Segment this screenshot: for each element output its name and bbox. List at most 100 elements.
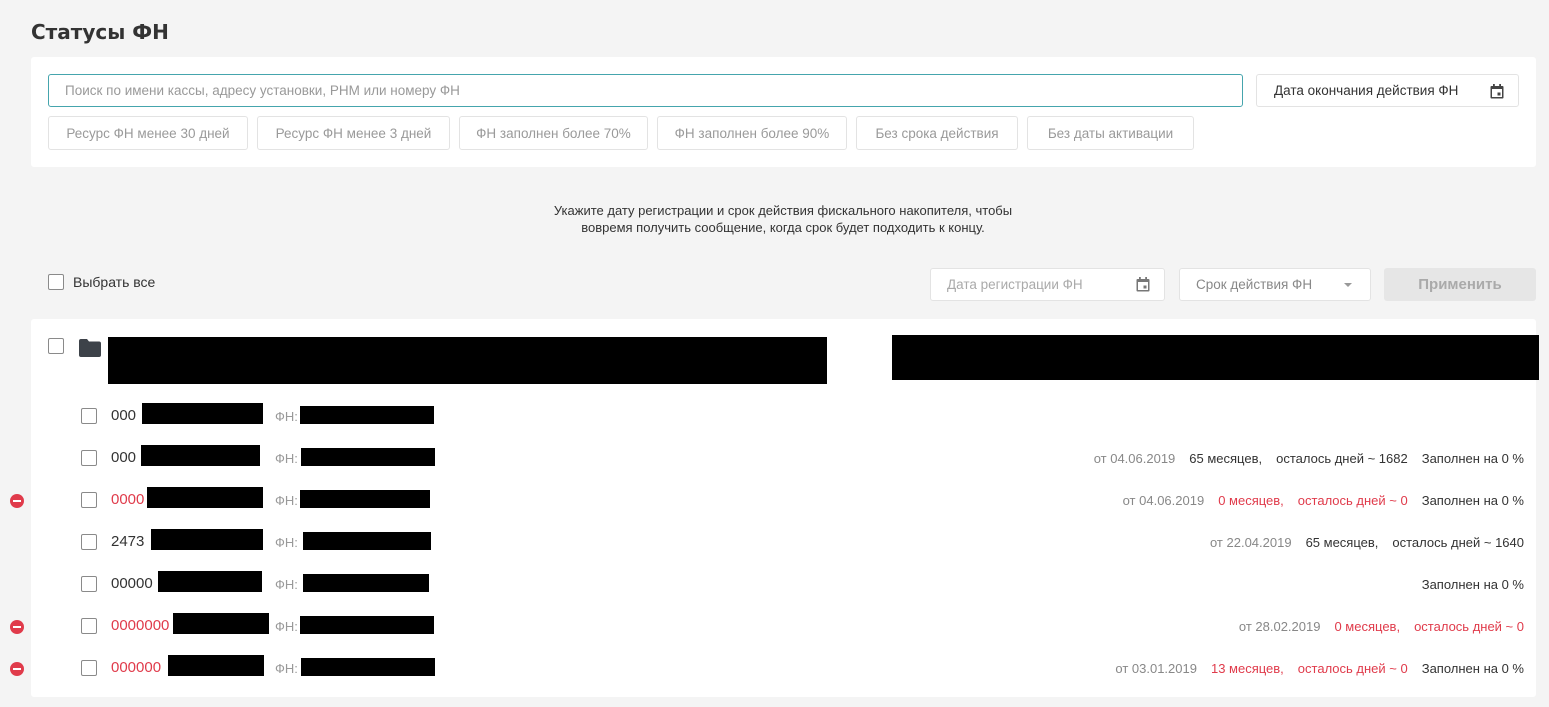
info-hint-line-1: Укажите дату регистрации и срок действия… (553, 203, 1013, 218)
fn-label: ФН: (275, 661, 298, 676)
fn-days-left: осталось дней ~ 0 (1414, 619, 1524, 634)
fn-label: ФН: (275, 451, 298, 466)
fn-days-left: осталось дней ~ 0 (1297, 493, 1408, 508)
chip-resource-30-days[interactable]: Ресурс ФН менее 30 дней (48, 116, 248, 150)
chip-filled-90[interactable]: ФН заполнен более 90% (657, 116, 847, 150)
fn-activation-date: от 03.01.2019 (1115, 661, 1197, 676)
fn-label: ФН: (275, 535, 298, 550)
fn-status-meta: от 28.02.2019 0 месяцев, осталось дней ~ 0 (1225, 619, 1524, 634)
redacted-fn-number (303, 532, 431, 550)
fn-activation-date: от 04.06.2019 (1093, 451, 1176, 466)
kkt-row: 00000 ФН: Заполнен на 0 % (31, 563, 1536, 605)
chevron-down-icon (1344, 283, 1352, 287)
kkt-name[interactable]: 00000 (111, 575, 153, 592)
redacted-fn-number (301, 658, 435, 676)
kkt-name[interactable]: 000 (111, 407, 136, 424)
end-date-filter-button[interactable]: Дата окончания действия ФН (1256, 74, 1519, 107)
fn-term-months: 65 месяцев, (1189, 451, 1263, 466)
redacted-kkt-name (173, 613, 269, 634)
kkt-checkbox[interactable] (81, 618, 97, 634)
redacted-fn-number (300, 490, 430, 508)
info-hint-line-2: вовремя получить сообщение, когда срок б… (581, 220, 985, 235)
redacted-kkt-name (141, 445, 260, 466)
fn-days-left: осталось дней ~ 1640 (1392, 535, 1524, 550)
calendar-icon (1490, 84, 1504, 99)
fn-fill-level: Заполнен на 0 % (1421, 577, 1524, 592)
redacted-group-address (892, 335, 1539, 380)
registration-date-placeholder: Дата регистрации ФН (947, 277, 1083, 292)
fn-term-months: 65 месяцев, (1305, 535, 1379, 550)
kkt-row: 000 ФН: (31, 395, 1536, 437)
redacted-kkt-name (142, 403, 263, 424)
redacted-fn-number (301, 448, 435, 466)
term-select-value: Срок действия ФН (1196, 277, 1313, 292)
redacted-fn-number (300, 406, 434, 424)
redacted-kkt-name (151, 529, 263, 550)
kkt-name[interactable]: 0000 (111, 491, 144, 508)
apply-button[interactable]: Применить (1384, 268, 1536, 301)
select-all-checkbox[interactable] (48, 274, 64, 290)
kkt-checkbox[interactable] (81, 576, 97, 592)
filter-panel: Дата окончания действия ФН Ресурс ФН мен… (31, 57, 1536, 167)
group-checkbox[interactable] (48, 338, 64, 354)
fn-fill-level: Заполнен на 0 % (1421, 451, 1524, 466)
registration-date-input[interactable]: Дата регистрации ФН (930, 268, 1165, 301)
fn-term-months: 0 месяцев, (1334, 619, 1401, 634)
fn-days-left: осталось дней ~ 1682 (1276, 451, 1408, 466)
fn-activation-date: от 22.04.2019 (1209, 535, 1292, 550)
fn-status-meta: от 04.06.2019 65 месяцев, осталось дней ~ … (1080, 451, 1524, 466)
fn-label: ФН: (275, 577, 298, 592)
error-minus-icon (10, 620, 24, 634)
kkt-row: 0000 ФН: от 04.06.2019 0 месяцев, осталось д… (10, 479, 1536, 521)
select-all[interactable]: Выбрать все (48, 274, 155, 290)
chip-no-expiry[interactable]: Без срока действия (856, 116, 1018, 150)
kkt-row: 0000000 ФН: от 28.02.2019 0 месяцев, осталос… (10, 605, 1536, 647)
fn-days-left: осталось дней ~ 0 (1297, 661, 1408, 676)
redacted-group-name (108, 337, 827, 384)
fn-label: ФН: (275, 619, 298, 634)
info-hint: Укажите дату регистрации и срок действия… (0, 202, 1549, 236)
search-input[interactable] (48, 74, 1243, 107)
kkt-name[interactable]: 000000 (111, 659, 161, 676)
fn-fill-level: Заполнен на 0 % (1421, 493, 1524, 508)
page-title: Статусы ФН (31, 20, 169, 44)
quick-filter-chips: Ресурс ФН менее 30 дней Ресурс ФН менее … (48, 116, 1203, 150)
fn-fill-level: Заполнен на 0 % (1421, 661, 1524, 676)
fn-term-months: 13 месяцев, (1210, 661, 1284, 676)
redacted-kkt-name (168, 655, 264, 676)
fn-activation-date: от 04.06.2019 (1122, 493, 1205, 508)
kkt-row: 000 ФН: от 04.06.2019 65 месяцев, осталось д… (31, 437, 1536, 479)
fn-term-months: 0 месяцев, (1218, 493, 1284, 508)
end-date-filter-label: Дата окончания действия ФН (1274, 83, 1459, 98)
kkt-checkbox[interactable] (81, 408, 97, 424)
select-all-label: Выбрать все (73, 274, 156, 290)
kkt-name[interactable]: 0000000 (111, 617, 169, 634)
group-row (31, 319, 1539, 399)
kkt-name[interactable]: 000 (111, 449, 136, 466)
redacted-fn-number (303, 574, 429, 592)
fn-label: ФН: (275, 493, 298, 508)
fn-status-meta: от 22.04.2019 65 месяцев, осталось дней ~ … (1196, 535, 1524, 550)
term-select[interactable]: Срок действия ФН (1179, 268, 1371, 301)
kkt-row: 2473 ФН: от 22.04.2019 65 месяцев, осталось … (31, 521, 1536, 563)
kkt-checkbox[interactable] (81, 492, 97, 508)
kkt-checkbox[interactable] (81, 450, 97, 466)
fn-status-meta: от 03.01.2019 13 месяцев, осталось дней ~ … (1101, 661, 1524, 676)
kkt-list: 000 ФН: 000 ФН: от 04.06.2019 65 месяцев, оста… (10, 319, 1539, 697)
chip-filled-70[interactable]: ФН заполнен более 70% (459, 116, 648, 150)
kkt-name[interactable]: 2473 (111, 533, 144, 550)
fn-label: ФН: (275, 409, 298, 424)
error-minus-icon (10, 662, 24, 676)
redacted-kkt-name (158, 571, 262, 592)
fn-activation-date: от 28.02.2019 (1238, 619, 1321, 634)
fn-status-meta: Заполнен на 0 % (1408, 577, 1524, 592)
folder-icon (79, 339, 101, 357)
redacted-kkt-name (147, 487, 263, 508)
fn-status-meta: от 04.06.2019 0 месяцев, осталось дней ~ 0… (1109, 493, 1524, 508)
chip-resource-3-days[interactable]: Ресурс ФН менее 3 дней (257, 116, 450, 150)
kkt-row: 000000 ФН: от 03.01.2019 13 месяцев, осталос… (10, 647, 1536, 689)
error-minus-icon (10, 494, 24, 508)
kkt-checkbox[interactable] (81, 660, 97, 676)
kkt-checkbox[interactable] (81, 534, 97, 550)
chip-no-activation-date[interactable]: Без даты активации (1027, 116, 1194, 150)
